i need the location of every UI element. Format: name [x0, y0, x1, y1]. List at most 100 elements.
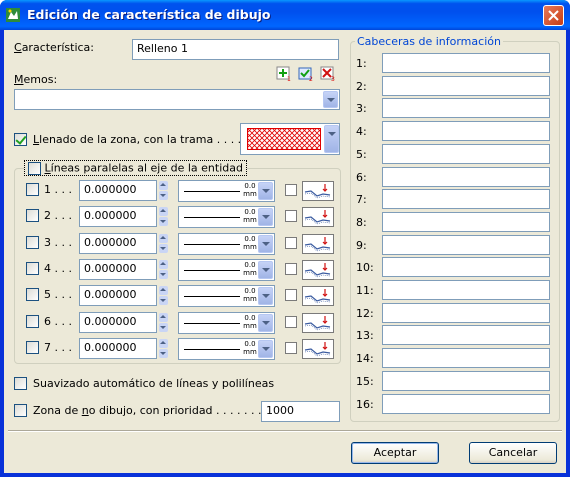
header-5-input[interactable]	[382, 144, 550, 164]
prioridad-input[interactable]: 1000	[261, 401, 340, 422]
no-dibujo-label: Zona de no dibujo, con prioridad . . . .…	[33, 404, 283, 417]
line-style-preview	[184, 270, 240, 271]
line-1-style-dropdown-arrow[interactable]	[258, 182, 273, 200]
line-7-spinner[interactable]	[159, 339, 168, 358]
header-12-input[interactable]	[382, 303, 550, 323]
suavizado-checkbox[interactable]	[14, 377, 27, 390]
header-10-input[interactable]	[382, 257, 550, 277]
header-16-input[interactable]	[382, 394, 550, 414]
pattern-selector[interactable]	[240, 123, 340, 155]
accept-button[interactable]: Aceptar	[351, 442, 439, 464]
line-2-style-dropdown-arrow[interactable]	[258, 208, 273, 226]
line-4-offset-side-button[interactable]	[302, 260, 334, 280]
line-5-style-dropdown-arrow[interactable]	[258, 287, 273, 305]
header-4-input[interactable]	[382, 121, 550, 141]
line-6-checkbox[interactable]	[26, 315, 39, 328]
line-1-offset-side-button[interactable]	[302, 181, 334, 201]
line-2-option-checkbox[interactable]	[285, 210, 297, 222]
offset-side-icon	[304, 316, 331, 331]
paralelas-header[interactable]: Líneas paralelas al eje de la entidad	[24, 160, 247, 176]
llenado-checkbox[interactable]	[14, 133, 27, 146]
memo-add-button[interactable]: 1	[276, 66, 292, 83]
header-13-input[interactable]	[382, 325, 550, 345]
line-4-offset-input[interactable]: 0.000000	[79, 259, 157, 280]
line-3-label: 3 . . .	[44, 236, 72, 249]
header-2-input[interactable]	[382, 76, 550, 96]
memos-combo[interactable]	[14, 89, 340, 110]
line-5-offset-input[interactable]: 0.000000	[79, 285, 157, 306]
line-6-spinner[interactable]	[159, 313, 168, 332]
line-3-checkbox[interactable]	[26, 236, 39, 249]
header-1-input[interactable]	[382, 53, 550, 73]
line-style-preview	[184, 244, 240, 245]
line-6-style-selector[interactable]: 0.0 mm	[178, 312, 275, 334]
offset-side-icon	[304, 289, 331, 304]
line-7-offset-input[interactable]: 0.000000	[79, 338, 157, 359]
line-6-style-dropdown-arrow[interactable]	[258, 314, 273, 332]
line-4-option-checkbox[interactable]	[285, 263, 297, 275]
memo-delete-button[interactable]: 3	[320, 66, 336, 83]
line-5-checkbox[interactable]	[26, 288, 39, 301]
line-7-option-checkbox[interactable]	[285, 342, 297, 354]
line-2-checkbox[interactable]	[26, 209, 39, 222]
line-4-checkbox[interactable]	[26, 262, 39, 275]
line-6-offset-side-button[interactable]	[302, 313, 334, 333]
header-6-label: 6:	[356, 171, 367, 184]
header-13-label: 13:	[356, 329, 374, 342]
header-15-label: 15:	[356, 375, 374, 388]
dialog-window: Edición de característica de dibujo Cara…	[0, 0, 570, 477]
window-title: Edición de característica de dibujo	[27, 7, 271, 22]
line-2-style-selector[interactable]: 0.0 mm	[178, 206, 275, 228]
line-6-offset-input[interactable]: 0.000000	[79, 312, 157, 333]
line-4-spinner[interactable]	[159, 260, 168, 279]
line-4-style-dropdown-arrow[interactable]	[258, 261, 273, 279]
line-1-offset-input[interactable]: 0.000000	[79, 180, 157, 201]
line-1-checkbox[interactable]	[26, 183, 39, 196]
line-7-offset-side-button[interactable]	[302, 339, 334, 359]
header-7-input[interactable]	[382, 189, 550, 209]
memos-dropdown-arrow[interactable]	[323, 91, 338, 108]
line-7-style-selector[interactable]: 0.0 mm	[178, 338, 275, 360]
caracteristica-input[interactable]: Relleno 1	[132, 39, 339, 60]
line-3-offset-input[interactable]: 0.000000	[79, 233, 157, 254]
header-8-input[interactable]	[382, 212, 550, 232]
line-1-spinner[interactable]	[159, 181, 168, 200]
line-1-style-selector[interactable]: 0.0 mm	[178, 180, 275, 202]
line-2-spinner[interactable]	[159, 207, 168, 226]
line-3-style-dropdown-arrow[interactable]	[258, 235, 273, 253]
line-4-style-selector[interactable]: 0.0 mm	[178, 259, 275, 281]
line-5-option-checkbox[interactable]	[285, 289, 297, 301]
line-style-preview	[184, 349, 240, 350]
line-5-spinner[interactable]	[159, 286, 168, 305]
line-7-style-dropdown-arrow[interactable]	[258, 340, 273, 358]
line-2-offset-side-button[interactable]	[302, 207, 334, 227]
line-5-offset-side-button[interactable]	[302, 286, 334, 306]
header-4-label: 4:	[356, 125, 367, 138]
no-dibujo-checkbox[interactable]	[14, 404, 27, 417]
line-3-offset-side-button[interactable]	[302, 234, 334, 254]
close-button[interactable]	[543, 5, 564, 26]
paralelas-checkbox[interactable]	[28, 161, 41, 175]
line-7-checkbox[interactable]	[26, 341, 39, 354]
line-2-offset-input[interactable]: 0.000000	[79, 206, 157, 227]
offset-side-icon	[304, 210, 331, 225]
memo-check-button[interactable]: 2	[298, 66, 314, 83]
cancel-button[interactable]: Cancelar	[469, 442, 557, 464]
check-memo-icon: 2	[298, 67, 313, 83]
line-1-option-checkbox[interactable]	[285, 184, 297, 196]
line-5-style-selector[interactable]: 0.0 mm	[178, 285, 275, 307]
line-6-option-checkbox[interactable]	[285, 316, 297, 328]
header-3-input[interactable]	[382, 98, 550, 118]
app-icon	[6, 8, 20, 22]
header-14-input[interactable]	[382, 348, 550, 368]
pattern-dropdown-arrow[interactable]	[324, 125, 339, 153]
line-3-option-checkbox[interactable]	[285, 237, 297, 249]
title-bar[interactable]: Edición de característica de dibujo	[0, 0, 570, 30]
line-3-spinner[interactable]	[159, 234, 168, 253]
offset-side-icon	[304, 342, 331, 357]
header-6-input[interactable]	[382, 167, 550, 187]
header-11-input[interactable]	[382, 280, 550, 300]
header-15-input[interactable]	[382, 371, 550, 391]
header-9-input[interactable]	[382, 235, 550, 255]
line-3-style-selector[interactable]: 0.0 mm	[178, 233, 275, 255]
